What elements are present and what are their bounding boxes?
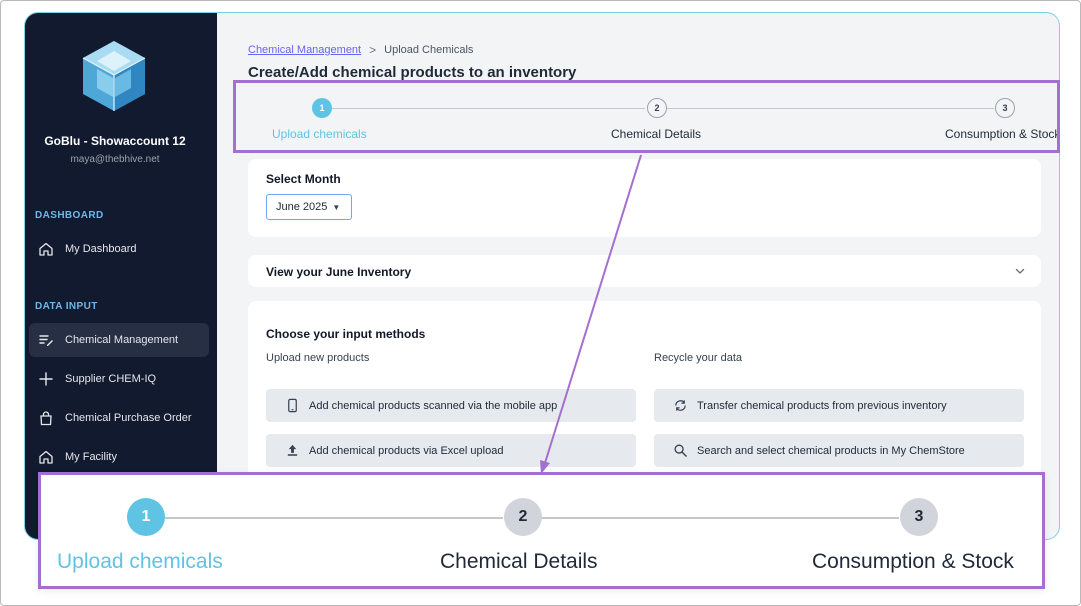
step-1-circle-large: 1 <box>127 498 165 536</box>
chevron-down-icon <box>1015 268 1025 274</box>
breadcrumb-current: Upload Chemicals <box>384 44 474 56</box>
caret-down-icon: ▼ <box>332 202 341 212</box>
method-button-label: Search and select chemical products in M… <box>697 444 965 457</box>
stepper-zoomed: 1 2 3 Upload chemicals Chemical Details … <box>41 475 1042 586</box>
stepper-highlight-box <box>233 80 1060 153</box>
search-my-chemstore-button[interactable]: Search and select chemical products in M… <box>654 434 1024 467</box>
add-via-excel-upload-button[interactable]: Add chemical products via Excel upload <box>266 434 636 467</box>
breadcrumb: Chemical Management > Upload Chemicals <box>248 43 473 57</box>
account-email: maya@thebhive.net <box>70 154 160 165</box>
sidebar: GoBlu - Showaccount 12 maya@thebhive.net… <box>25 13 217 539</box>
page-title: Create/Add chemical products to an inven… <box>248 64 577 81</box>
sidebar-item-label: Chemical Management <box>65 334 179 346</box>
sidebar-item-label: My Facility <box>65 451 117 463</box>
sidebar-item-my-dashboard[interactable]: My Dashboard <box>29 232 209 266</box>
breadcrumb-link-chemical-management[interactable]: Chemical Management <box>248 44 361 56</box>
home-icon <box>37 448 55 466</box>
step-connector <box>165 517 503 519</box>
account-name: GoBlu - Showaccount 12 <box>44 134 186 148</box>
step-2-label-large: Chemical Details <box>440 550 598 573</box>
view-inventory-label: View your June Inventory <box>266 265 412 279</box>
mobile-phone-icon <box>284 398 300 414</box>
sidebar-item-chemical-management[interactable]: Chemical Management <box>29 323 209 357</box>
sidebar-item-label: Chemical Purchase Order <box>65 412 192 424</box>
select-month-label: Select Month <box>266 172 341 186</box>
method-button-label: Add chemical products scanned via the mo… <box>309 399 558 412</box>
recycle-data-label: Recycle your data <box>654 352 743 364</box>
stepper-zoom-callout: 1 2 3 Upload chemicals Chemical Details … <box>38 472 1045 589</box>
step-2-circle-large: 2 <box>504 498 542 536</box>
sidebar-item-chemical-purchase-order[interactable]: Chemical Purchase Order <box>29 401 209 435</box>
goblu-logo <box>82 41 146 111</box>
add-via-mobile-app-button[interactable]: Add chemical products scanned via the mo… <box>266 389 636 422</box>
home-icon <box>37 240 55 258</box>
transfer-from-previous-inventory-button[interactable]: Transfer chemical products from previous… <box>654 389 1024 422</box>
method-button-label: Transfer chemical products from previous… <box>697 399 947 412</box>
step-1-label-large: Upload chemicals <box>57 550 223 573</box>
bag-icon <box>37 409 55 427</box>
sidebar-item-supplier-chem-iq[interactable]: Supplier CHEM-IQ <box>29 362 209 396</box>
month-select[interactable]: June 2025 ▼ <box>266 194 352 220</box>
step-3-circle-large: 3 <box>900 498 938 536</box>
search-icon <box>672 443 688 459</box>
edit-list-icon <box>37 331 55 349</box>
select-month-card: Select Month June 2025 ▼ <box>248 159 1041 237</box>
sidebar-item-label: My Dashboard <box>65 243 137 255</box>
plus-icon <box>37 370 55 388</box>
step-connector <box>541 517 899 519</box>
step-3-label-large: Consumption & Stock <box>812 550 1014 573</box>
input-methods-title: Choose your input methods <box>266 327 426 341</box>
sidebar-item-label: Supplier CHEM-IQ <box>65 373 157 385</box>
transfer-cycle-icon <box>672 398 688 414</box>
method-button-label: Add chemical products via Excel upload <box>309 444 504 457</box>
upload-icon <box>284 443 300 459</box>
view-inventory-accordion[interactable]: View your June Inventory <box>248 255 1041 287</box>
breadcrumb-separator: > <box>369 43 377 57</box>
upload-new-products-label: Upload new products <box>266 352 370 364</box>
section-label-dashboard: DASHBOARD <box>35 210 104 221</box>
sidebar-item-my-facility[interactable]: My Facility <box>29 440 209 474</box>
month-select-value: June 2025 <box>276 201 328 213</box>
section-label-data-input: DATA INPUT <box>35 301 98 312</box>
